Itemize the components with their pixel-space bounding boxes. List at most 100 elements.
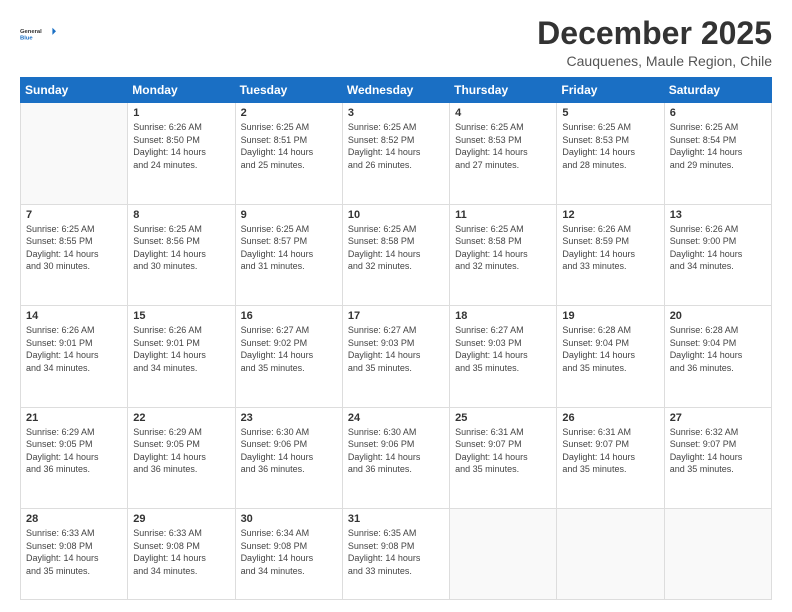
col-header-wednesday: Wednesday <box>342 78 449 103</box>
day-number: 26 <box>562 412 658 424</box>
day-info: Sunrise: 6:31 AM Sunset: 9:07 PM Dayligh… <box>562 426 658 476</box>
day-number: 18 <box>455 310 551 322</box>
day-info: Sunrise: 6:28 AM Sunset: 9:04 PM Dayligh… <box>562 324 658 374</box>
day-number: 16 <box>241 310 337 322</box>
day-info: Sunrise: 6:29 AM Sunset: 9:05 PM Dayligh… <box>26 426 122 476</box>
day-info: Sunrise: 6:26 AM Sunset: 8:59 PM Dayligh… <box>562 223 658 273</box>
calendar-cell: 28 Sunrise: 6:33 AM Sunset: 9:08 PM Dayli… <box>21 509 128 600</box>
day-number: 28 <box>26 513 122 525</box>
calendar-cell: 25 Sunrise: 6:31 AM Sunset: 9:07 PM Dayli… <box>450 407 557 508</box>
calendar-cell: 16 Sunrise: 6:27 AM Sunset: 9:02 PM Dayli… <box>235 306 342 407</box>
calendar-cell: 19Sunrise: 6:28 AM Sunset: 9:04 PM Dayli… <box>557 306 664 407</box>
calendar-cell <box>21 103 128 204</box>
day-info: Sunrise: 6:33 AM Sunset: 9:08 PM Dayligh… <box>26 527 122 577</box>
day-number: 24 <box>348 412 444 424</box>
col-header-sunday: Sunday <box>21 78 128 103</box>
main-title: December 2025 <box>537 16 772 51</box>
calendar-week-row: 14 Sunrise: 6:26 AM Sunset: 9:01 PM Dayli… <box>21 306 772 407</box>
logo: General Blue <box>20 16 56 52</box>
day-info: Sunrise: 6:25 AM Sunset: 8:58 PM Dayligh… <box>455 223 551 273</box>
calendar-cell <box>664 509 771 600</box>
calendar-week-row: 1 Sunrise: 6:26 AM Sunset: 8:50 PM Daylig… <box>21 103 772 204</box>
day-number: 13 <box>670 209 766 221</box>
calendar-cell: 6Sunrise: 6:25 AM Sunset: 8:54 PM Daylig… <box>664 103 771 204</box>
day-info: Sunrise: 6:30 AM Sunset: 9:06 PM Dayligh… <box>241 426 337 476</box>
day-number: 11 <box>455 209 551 221</box>
day-number: 7 <box>26 209 122 221</box>
day-number: 3 <box>348 107 444 119</box>
svg-text:Blue: Blue <box>20 35 33 41</box>
calendar-cell: 29Sunrise: 6:33 AM Sunset: 9:08 PM Dayli… <box>128 509 235 600</box>
day-info: Sunrise: 6:25 AM Sunset: 8:58 PM Dayligh… <box>348 223 444 273</box>
calendar-cell: 27Sunrise: 6:32 AM Sunset: 9:07 PM Dayli… <box>664 407 771 508</box>
day-info: Sunrise: 6:29 AM Sunset: 9:05 PM Dayligh… <box>133 426 229 476</box>
day-info: Sunrise: 6:31 AM Sunset: 9:07 PM Dayligh… <box>455 426 551 476</box>
calendar-cell: 17Sunrise: 6:27 AM Sunset: 9:03 PM Dayli… <box>342 306 449 407</box>
calendar-cell: 10 Sunrise: 6:25 AM Sunset: 8:58 PM Dayli… <box>342 204 449 305</box>
day-info: Sunrise: 6:26 AM Sunset: 9:00 PM Dayligh… <box>670 223 766 273</box>
calendar-cell <box>450 509 557 600</box>
calendar-cell: 31 Sunrise: 6:35 AM Sunset: 9:08 PM Dayli… <box>342 509 449 600</box>
calendar-cell: 21 Sunrise: 6:29 AM Sunset: 9:05 PM Dayli… <box>21 407 128 508</box>
day-number: 6 <box>670 107 766 119</box>
day-number: 31 <box>348 513 444 525</box>
col-header-thursday: Thursday <box>450 78 557 103</box>
day-info: Sunrise: 6:25 AM Sunset: 8:53 PM Dayligh… <box>455 121 551 171</box>
day-info: Sunrise: 6:27 AM Sunset: 9:03 PM Dayligh… <box>348 324 444 374</box>
calendar-table: SundayMondayTuesdayWednesdayThursdayFrid… <box>20 77 772 600</box>
day-number: 25 <box>455 412 551 424</box>
day-number: 5 <box>562 107 658 119</box>
calendar-cell: 5 Sunrise: 6:25 AM Sunset: 8:53 PM Daylig… <box>557 103 664 204</box>
calendar-week-row: 28 Sunrise: 6:33 AM Sunset: 9:08 PM Dayli… <box>21 509 772 600</box>
day-info: Sunrise: 6:26 AM Sunset: 9:01 PM Dayligh… <box>26 324 122 374</box>
day-info: Sunrise: 6:35 AM Sunset: 9:08 PM Dayligh… <box>348 527 444 577</box>
day-info: Sunrise: 6:33 AM Sunset: 9:08 PM Dayligh… <box>133 527 229 577</box>
day-info: Sunrise: 6:27 AM Sunset: 9:02 PM Dayligh… <box>241 324 337 374</box>
calendar-cell: 13 Sunrise: 6:26 AM Sunset: 9:00 PM Dayli… <box>664 204 771 305</box>
page: General Blue December 2025 Cauquenes, Ma… <box>0 0 792 612</box>
day-info: Sunrise: 6:25 AM Sunset: 8:57 PM Dayligh… <box>241 223 337 273</box>
day-number: 15 <box>133 310 229 322</box>
day-info: Sunrise: 6:34 AM Sunset: 9:08 PM Dayligh… <box>241 527 337 577</box>
day-number: 4 <box>455 107 551 119</box>
calendar-cell: 15 Sunrise: 6:26 AM Sunset: 9:01 PM Dayli… <box>128 306 235 407</box>
calendar-cell: 20Sunrise: 6:28 AM Sunset: 9:04 PM Dayli… <box>664 306 771 407</box>
day-number: 20 <box>670 310 766 322</box>
calendar-week-row: 21 Sunrise: 6:29 AM Sunset: 9:05 PM Dayli… <box>21 407 772 508</box>
day-info: Sunrise: 6:25 AM Sunset: 8:56 PM Dayligh… <box>133 223 229 273</box>
day-number: 10 <box>348 209 444 221</box>
calendar-cell: 26 Sunrise: 6:31 AM Sunset: 9:07 PM Dayli… <box>557 407 664 508</box>
calendar-cell: 24 Sunrise: 6:30 AM Sunset: 9:06 PM Dayli… <box>342 407 449 508</box>
calendar-cell: 3 Sunrise: 6:25 AM Sunset: 8:52 PM Daylig… <box>342 103 449 204</box>
calendar-cell <box>557 509 664 600</box>
day-number: 23 <box>241 412 337 424</box>
col-header-saturday: Saturday <box>664 78 771 103</box>
day-info: Sunrise: 6:30 AM Sunset: 9:06 PM Dayligh… <box>348 426 444 476</box>
calendar-cell: 7 Sunrise: 6:25 AM Sunset: 8:55 PM Daylig… <box>21 204 128 305</box>
day-info: Sunrise: 6:25 AM Sunset: 8:53 PM Dayligh… <box>562 121 658 171</box>
day-info: Sunrise: 6:25 AM Sunset: 8:51 PM Dayligh… <box>241 121 337 171</box>
calendar-cell: 9Sunrise: 6:25 AM Sunset: 8:57 PM Daylig… <box>235 204 342 305</box>
col-header-friday: Friday <box>557 78 664 103</box>
title-block: December 2025 Cauquenes, Maule Region, C… <box>537 16 772 69</box>
day-number: 12 <box>562 209 658 221</box>
day-number: 21 <box>26 412 122 424</box>
calendar-cell: 1 Sunrise: 6:26 AM Sunset: 8:50 PM Daylig… <box>128 103 235 204</box>
svg-text:General: General <box>20 29 42 35</box>
subtitle: Cauquenes, Maule Region, Chile <box>537 53 772 69</box>
calendar-cell: 14 Sunrise: 6:26 AM Sunset: 9:01 PM Dayli… <box>21 306 128 407</box>
day-info: Sunrise: 6:25 AM Sunset: 8:52 PM Dayligh… <box>348 121 444 171</box>
day-info: Sunrise: 6:27 AM Sunset: 9:03 PM Dayligh… <box>455 324 551 374</box>
day-number: 1 <box>133 107 229 119</box>
calendar-cell: 23 Sunrise: 6:30 AM Sunset: 9:06 PM Dayli… <box>235 407 342 508</box>
day-info: Sunrise: 6:26 AM Sunset: 8:50 PM Dayligh… <box>133 121 229 171</box>
calendar-cell: 8Sunrise: 6:25 AM Sunset: 8:56 PM Daylig… <box>128 204 235 305</box>
day-info: Sunrise: 6:26 AM Sunset: 9:01 PM Dayligh… <box>133 324 229 374</box>
day-number: 14 <box>26 310 122 322</box>
header: General Blue December 2025 Cauquenes, Ma… <box>20 16 772 69</box>
day-number: 22 <box>133 412 229 424</box>
day-info: Sunrise: 6:32 AM Sunset: 9:07 PM Dayligh… <box>670 426 766 476</box>
calendar-cell: 22 Sunrise: 6:29 AM Sunset: 9:05 PM Dayli… <box>128 407 235 508</box>
calendar-cell: 11 Sunrise: 6:25 AM Sunset: 8:58 PM Dayli… <box>450 204 557 305</box>
day-info: Sunrise: 6:25 AM Sunset: 8:55 PM Dayligh… <box>26 223 122 273</box>
